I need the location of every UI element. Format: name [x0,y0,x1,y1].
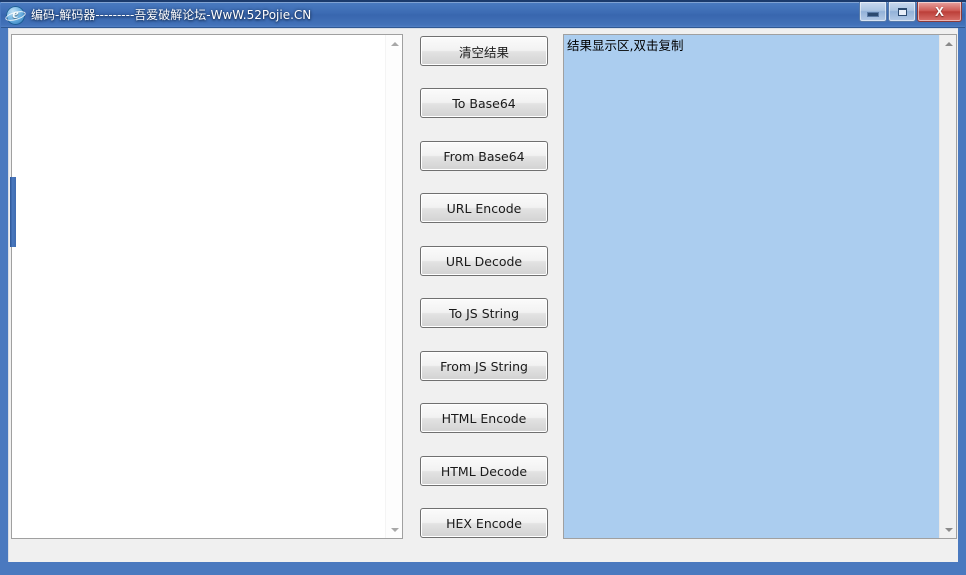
result-scroll-down-icon[interactable] [940,521,956,538]
action-button-label: To JS String [448,305,520,321]
to-js-string-button[interactable]: To JS String [420,298,548,328]
close-icon: X [935,4,944,19]
url-encode-button[interactable]: URL Encode [420,193,548,223]
input-scrollbar-track[interactable] [386,52,402,521]
from-js-string-button[interactable]: From JS String [420,351,548,381]
minimize-button[interactable] [859,2,887,22]
action-button-label: From Base64 [443,148,525,164]
title-bar[interactable]: e 编码-解码器---------吾爱破解论坛-WwW.52Pojie.CN X [1,2,965,28]
input-scroll-down-icon[interactable] [386,521,402,538]
input-scroll-up-icon[interactable] [386,35,402,52]
maximize-icon [889,2,915,21]
result-text: 结果显示区,双击复制 [567,38,684,53]
action-button-label: URL Decode [445,253,523,269]
ie-e-icon: e [4,6,27,25]
window-title: 编码-解码器---------吾爱破解论坛-WwW.52Pojie.CN [31,8,312,22]
action-button-column: 清空结果 To Base64 From Base64 URL Encode URL De… [420,29,560,563]
hex-encode-button[interactable]: HEX Encode [420,508,548,538]
window-controls: X [858,2,962,24]
close-button[interactable]: X [917,2,962,22]
client-area: 清空结果 To Base64 From Base64 URL Encode URL De… [8,28,958,562]
result-textarea-content[interactable]: 结果显示区,双击复制 [564,35,939,538]
action-button-label: HTML Decode [440,463,528,479]
application-window: e 编码-解码器---------吾爱破解论坛-WwW.52Pojie.CN X [0,0,966,575]
from-base64-button[interactable]: From Base64 [420,141,548,171]
window-resize-grip[interactable] [10,177,16,247]
result-scrollbar-track[interactable] [940,52,956,521]
html-encode-button[interactable]: HTML Encode [420,403,548,433]
minimize-icon [860,2,886,21]
to-base64-button[interactable]: To Base64 [420,88,548,118]
action-button-label: HEX Encode [446,515,522,531]
html-decode-button[interactable]: HTML Decode [420,456,548,486]
input-scrollbar[interactable] [385,35,402,538]
action-button-label: HTML Encode [441,410,527,426]
action-button-label: 清空结果 [458,44,509,60]
result-scrollbar[interactable] [939,35,956,538]
url-decode-button[interactable]: URL Decode [420,246,548,276]
action-button-label: From JS String [440,358,528,374]
maximize-button[interactable] [888,2,916,22]
title-bar-highlight [1,2,965,3]
action-button-label: To Base64 [452,95,516,111]
input-textarea[interactable] [11,34,403,539]
clear-result-button[interactable]: 清空结果 [420,36,548,66]
result-textarea[interactable]: 结果显示区,双击复制 [563,34,957,539]
input-textarea-content[interactable] [12,35,385,538]
action-button-label: URL Encode [446,200,522,216]
result-scroll-up-icon[interactable] [940,35,956,52]
